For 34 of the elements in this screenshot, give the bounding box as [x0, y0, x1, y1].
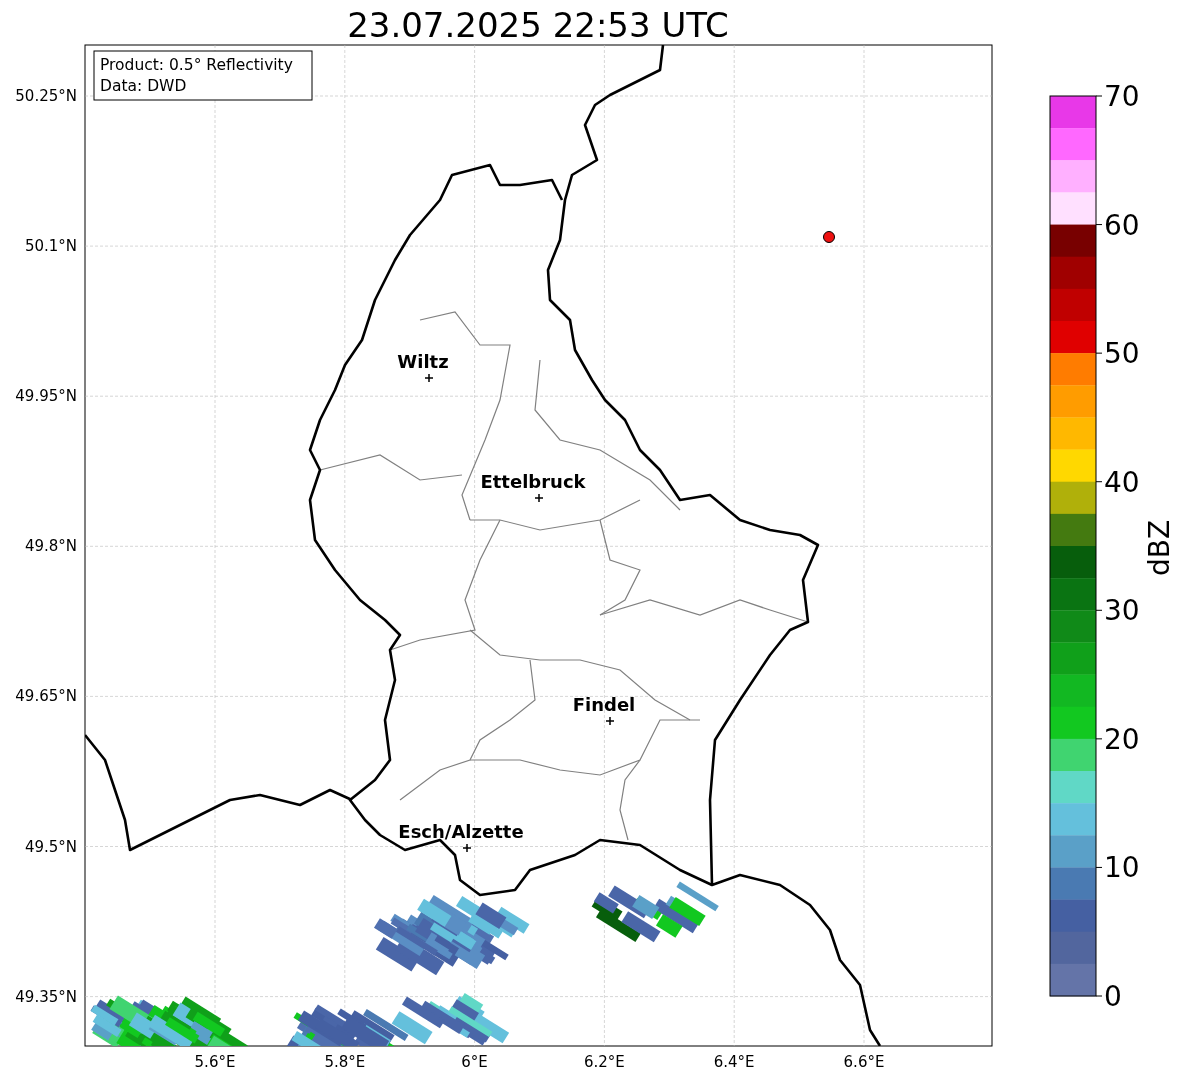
- longitude-label: 6°E: [461, 1053, 488, 1071]
- info-text: Data: DWD: [100, 77, 187, 95]
- colorbar-tick-label: 70: [1104, 80, 1140, 113]
- latitude-label: 49.65°N: [15, 687, 77, 706]
- longitude-label: 6.6°E: [843, 1053, 885, 1071]
- latitude-label: 49.8°N: [24, 537, 77, 556]
- colorbar-tick-label: 40: [1104, 465, 1140, 499]
- city-marker-icon: [534, 493, 544, 503]
- longitude-label: 6.4°E: [713, 1053, 755, 1071]
- colorbar-tick-label: 0: [1104, 980, 1122, 1013]
- longitude-label: 5.8°E: [324, 1053, 366, 1071]
- latitude-label: 49.95°N: [15, 387, 77, 406]
- city-marker-icon: [462, 843, 472, 853]
- info-text: Product: 0.5° Reflectivity: [100, 56, 293, 74]
- city-label: Esch/Alzette: [398, 821, 524, 842]
- city-label: Ettelbruck: [480, 471, 586, 492]
- latitude-label: 50.25°N: [15, 87, 77, 105]
- latitude-label: 50.1°N: [24, 237, 77, 256]
- city-marker-icon: [424, 373, 434, 383]
- latitude-label: 49.5°N: [24, 837, 77, 856]
- colorbar-tick-label: 20: [1104, 722, 1140, 756]
- longitude-label: 5.6°E: [194, 1053, 236, 1071]
- city-label: Wiltz: [397, 351, 449, 372]
- longitude-label: 6.2°E: [584, 1053, 625, 1071]
- colorbar-tick-label: 10: [1104, 851, 1140, 885]
- city-label: Findel: [572, 694, 636, 715]
- colorbar-tick-label: 60: [1104, 208, 1140, 242]
- radar-site-marker: [823, 231, 835, 243]
- city-marker-icon: [605, 716, 615, 726]
- colorbar-tick-label: 30: [1104, 594, 1140, 628]
- figure-title: 23.07.2025 22:53 UTC: [347, 5, 729, 45]
- colorbar-tick-label: 50: [1104, 337, 1140, 371]
- colorbar-title: dBZ: [1143, 519, 1176, 577]
- latitude-label: 49.35°N: [15, 987, 77, 1006]
